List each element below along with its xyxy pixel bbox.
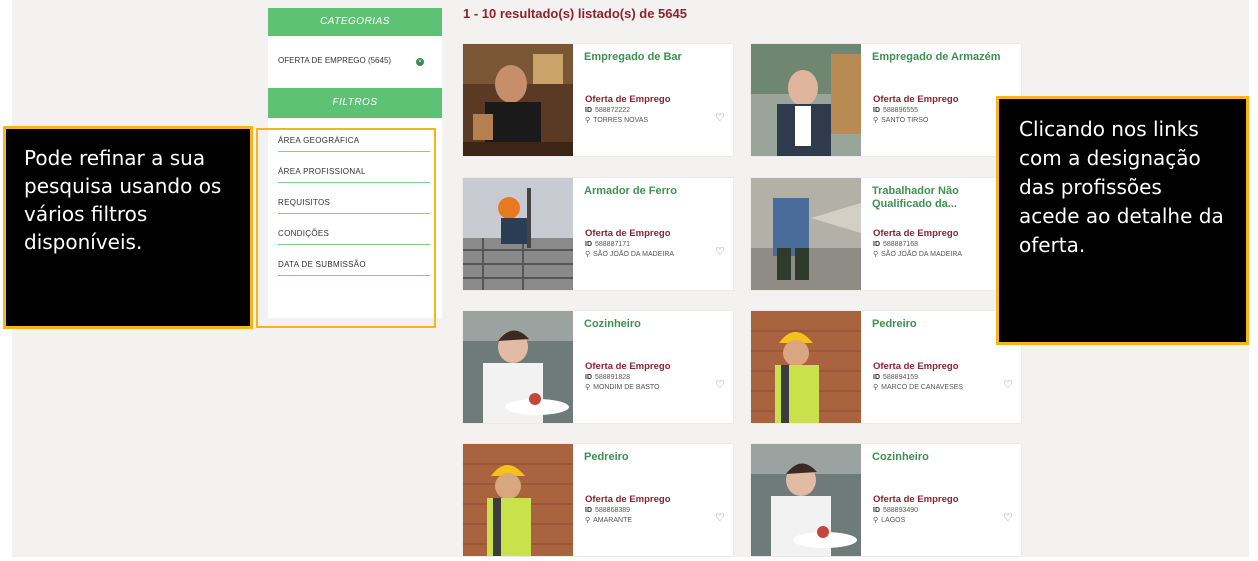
- id-label: ID: [873, 507, 880, 514]
- location-value: TORRES NOVAS: [593, 117, 649, 124]
- job-title-link[interactable]: Cozinheiro: [584, 318, 730, 331]
- location-pin-icon: ⚲: [585, 517, 591, 524]
- id-label: ID: [873, 107, 880, 114]
- id-value: 588868389: [595, 507, 631, 514]
- heart-icon[interactable]: ♡: [715, 511, 725, 524]
- heart-icon[interactable]: ♡: [715, 111, 725, 124]
- annotation-job-links: Clicando nos links com a designação das …: [996, 96, 1249, 345]
- offer-id: ID 588896555: [873, 107, 918, 114]
- heart-icon[interactable]: ♡: [1003, 511, 1013, 524]
- offer-id: ID 588872222: [585, 107, 630, 114]
- categories-panel: OFERTA DE EMPREGO (5645) ×: [268, 36, 442, 88]
- job-card[interactable]: Armador de Ferro Oferta de Emprego ID 588…: [463, 178, 733, 290]
- id-value: 588872222: [595, 107, 631, 114]
- job-title-link[interactable]: Empregado de Bar: [584, 51, 730, 64]
- annotation-filters: Pode refinar a sua pesquisa usando os vá…: [3, 126, 253, 329]
- job-title-link[interactable]: Empregado de Armazém: [872, 51, 1018, 64]
- location-value: AMARANTE: [593, 517, 633, 524]
- filters-highlight-frame: [256, 128, 436, 328]
- offer-id: ID 588868389: [585, 507, 630, 514]
- id-label: ID: [585, 374, 592, 381]
- results-count-heading: 1 - 10 resultado(s) listado(s) de 5645: [463, 6, 687, 21]
- offer-location: ⚲ SANTO TIRSO: [873, 116, 928, 124]
- offer-type: Oferta de Emprego: [873, 94, 959, 105]
- heart-icon[interactable]: ♡: [715, 245, 725, 258]
- category-item-job-offer[interactable]: OFERTA DE EMPREGO (5645): [278, 56, 391, 65]
- job-title-link[interactable]: Cozinheiro: [872, 451, 1018, 464]
- offer-location: ⚲ LAGOS: [873, 516, 905, 524]
- location-value: SÃO JOÃO DA MADEIRA: [881, 251, 963, 258]
- job-card[interactable]: Empregado de Bar Oferta de Emprego ID 588…: [463, 44, 733, 156]
- location-value: SANTO TIRSO: [881, 117, 929, 124]
- id-label: ID: [873, 241, 880, 248]
- job-card[interactable]: Pedreiro Oferta de Emprego ID 588868389 ⚲…: [463, 444, 733, 556]
- offer-type: Oferta de Emprego: [873, 494, 959, 505]
- close-icon[interactable]: ×: [416, 58, 424, 66]
- location-value: MARCO DE CANAVESES: [881, 384, 964, 391]
- offer-type: Oferta de Emprego: [585, 228, 671, 239]
- id-value: 588887171: [595, 241, 631, 248]
- job-photo: [751, 311, 861, 423]
- job-card[interactable]: Cozinheiro Oferta de Emprego ID 588893490…: [751, 444, 1021, 556]
- offer-type: Oferta de Emprego: [585, 494, 671, 505]
- location-pin-icon: ⚲: [585, 384, 591, 391]
- job-photo: [751, 444, 861, 556]
- location-value: SÃO JOÃO DA MADEIRA: [593, 251, 675, 258]
- offer-location: ⚲ SÃO JOÃO DA MADEIRA: [585, 250, 674, 258]
- id-label: ID: [873, 374, 880, 381]
- id-label: ID: [585, 241, 592, 248]
- filters-heading: FILTROS: [268, 88, 442, 118]
- location-pin-icon: ⚲: [873, 384, 879, 391]
- location-value: LAGOS: [881, 517, 906, 524]
- job-title-link[interactable]: Pedreiro: [584, 451, 730, 464]
- offer-location: ⚲ SÃO JOÃO DA MADEIRA: [873, 250, 962, 258]
- offer-type: Oferta de Emprego: [873, 228, 959, 239]
- location-pin-icon: ⚲: [873, 117, 879, 124]
- job-card[interactable]: Empregado de Armazém Oferta de Emprego I…: [751, 44, 1021, 156]
- job-card[interactable]: Pedreiro Oferta de Emprego ID 588894159 ⚲…: [751, 311, 1021, 423]
- location-pin-icon: ⚲: [585, 251, 591, 258]
- id-label: ID: [585, 107, 592, 114]
- heart-icon[interactable]: ♡: [1003, 378, 1013, 391]
- id-value: 588891828: [595, 374, 631, 381]
- offer-location: ⚲ MARCO DE CANAVESES: [873, 383, 963, 391]
- offer-location: ⚲ TORRES NOVAS: [585, 116, 648, 124]
- job-photo: [463, 44, 573, 156]
- location-pin-icon: ⚲: [585, 117, 591, 124]
- id-value: 588887168: [883, 241, 919, 248]
- job-card[interactable]: Cozinheiro Oferta de Emprego ID 588891828…: [463, 311, 733, 423]
- heart-icon[interactable]: ♡: [715, 378, 725, 391]
- offer-id: ID 588887168: [873, 241, 918, 248]
- id-value: 588894159: [883, 374, 919, 381]
- job-photo: [751, 44, 861, 156]
- job-photo: [751, 178, 861, 290]
- offer-id: ID 588887171: [585, 241, 630, 248]
- offer-id: ID 588894159: [873, 374, 918, 381]
- offer-type: Oferta de Emprego: [585, 94, 671, 105]
- categories-heading: CATEGORIAS: [268, 8, 442, 36]
- id-value: 588893490: [883, 507, 919, 514]
- job-photo: [463, 444, 573, 556]
- offer-location: ⚲ MONDIM DE BASTO: [585, 383, 660, 391]
- id-value: 588896555: [883, 107, 919, 114]
- offer-id: ID 588893490: [873, 507, 918, 514]
- id-label: ID: [585, 507, 592, 514]
- job-title-link[interactable]: Armador de Ferro: [584, 185, 730, 198]
- job-photo: [463, 311, 573, 423]
- offer-id: ID 588891828: [585, 374, 630, 381]
- offer-location: ⚲ AMARANTE: [585, 516, 632, 524]
- location-pin-icon: ⚲: [873, 251, 879, 258]
- location-pin-icon: ⚲: [873, 517, 879, 524]
- job-photo: [463, 178, 573, 290]
- offer-type: Oferta de Emprego: [873, 361, 959, 372]
- offer-type: Oferta de Emprego: [585, 361, 671, 372]
- location-value: MONDIM DE BASTO: [593, 384, 660, 391]
- job-card[interactable]: Trabalhador Não Qualificado da... Oferta…: [751, 178, 1021, 290]
